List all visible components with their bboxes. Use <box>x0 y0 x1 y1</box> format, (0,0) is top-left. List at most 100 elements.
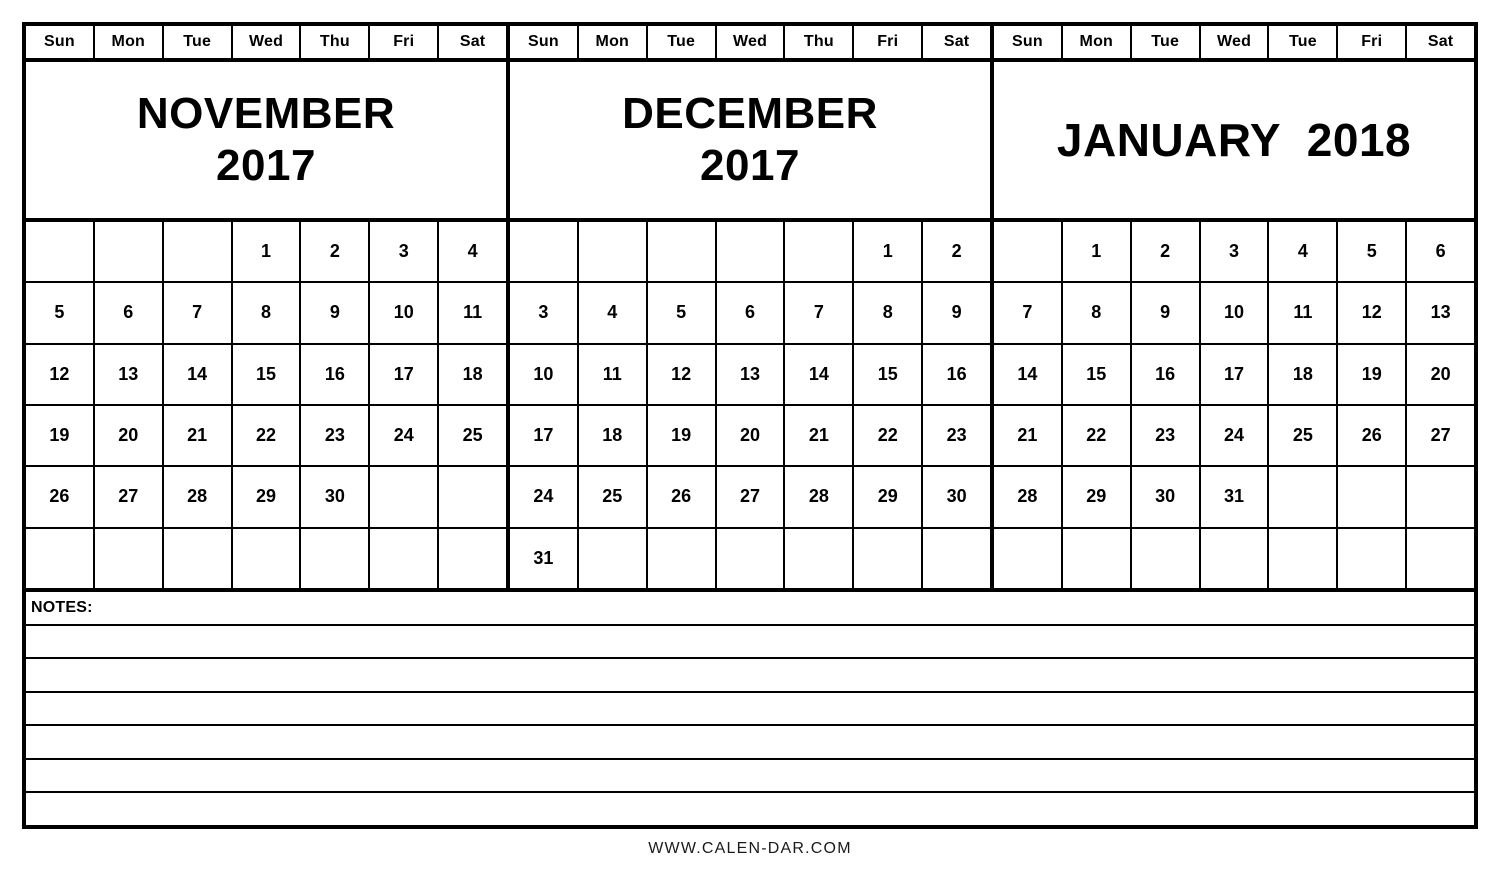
day-cell[interactable]: 21 <box>994 405 1063 466</box>
day-cell[interactable] <box>95 528 164 588</box>
day-cell[interactable]: 3 <box>370 222 440 282</box>
day-cell[interactable] <box>717 528 786 588</box>
day-cell[interactable] <box>854 528 924 588</box>
day-cell[interactable]: 9 <box>923 283 990 342</box>
day-cell[interactable]: 8 <box>854 283 924 343</box>
day-cell[interactable]: 14 <box>164 344 233 404</box>
day-cell[interactable]: 22 <box>233 405 302 466</box>
day-cell[interactable]: 19 <box>26 405 95 466</box>
day-cell[interactable]: 6 <box>1407 222 1474 281</box>
day-cell[interactable]: 1 <box>854 222 924 282</box>
day-cell[interactable]: 5 <box>1338 222 1408 282</box>
day-cell[interactable]: 17 <box>370 344 440 404</box>
day-cell[interactable]: 21 <box>785 405 855 466</box>
day-cell[interactable] <box>1407 467 1474 526</box>
day-cell[interactable]: 6 <box>95 283 164 343</box>
day-cell[interactable]: 26 <box>648 467 717 527</box>
day-cell[interactable] <box>370 528 440 588</box>
day-cell[interactable]: 9 <box>1132 283 1201 343</box>
day-cell[interactable]: 18 <box>579 405 648 466</box>
day-cell[interactable] <box>648 528 717 588</box>
day-cell[interactable] <box>26 528 95 588</box>
day-cell[interactable]: 2 <box>923 222 990 281</box>
day-cell[interactable]: 18 <box>1269 344 1339 404</box>
day-cell[interactable]: 7 <box>994 283 1063 343</box>
day-cell[interactable]: 14 <box>994 344 1063 404</box>
day-cell[interactable]: 12 <box>1338 283 1408 343</box>
notes-blank-line[interactable] <box>26 626 1474 660</box>
day-cell[interactable]: 30 <box>1132 467 1201 527</box>
day-cell[interactable] <box>579 222 648 282</box>
day-cell[interactable]: 19 <box>1338 344 1408 404</box>
day-cell[interactable]: 26 <box>1338 405 1408 466</box>
day-cell[interactable]: 23 <box>923 406 990 465</box>
day-cell[interactable]: 4 <box>1269 222 1339 282</box>
day-cell[interactable] <box>1338 528 1408 588</box>
day-cell[interactable]: 5 <box>26 283 95 343</box>
day-cell[interactable]: 16 <box>923 345 990 404</box>
day-cell[interactable]: 8 <box>233 283 302 343</box>
day-cell[interactable] <box>648 222 717 282</box>
day-cell[interactable] <box>370 467 440 527</box>
day-cell[interactable]: 6 <box>717 283 786 343</box>
day-cell[interactable] <box>785 222 855 282</box>
day-cell[interactable] <box>95 222 164 282</box>
day-cell[interactable]: 8 <box>1063 283 1132 343</box>
day-cell[interactable]: 19 <box>648 405 717 466</box>
day-cell[interactable] <box>785 528 855 588</box>
day-cell[interactable]: 24 <box>1201 405 1270 466</box>
day-cell[interactable]: 31 <box>1201 467 1270 527</box>
day-cell[interactable] <box>717 222 786 282</box>
day-cell[interactable]: 30 <box>923 467 990 526</box>
day-cell[interactable] <box>233 528 302 588</box>
day-cell[interactable]: 27 <box>717 467 786 527</box>
day-cell[interactable]: 21 <box>164 405 233 466</box>
day-cell[interactable]: 20 <box>717 405 786 466</box>
day-cell[interactable] <box>1338 467 1408 527</box>
day-cell[interactable]: 15 <box>854 344 924 404</box>
day-cell[interactable]: 10 <box>370 283 440 343</box>
day-cell[interactable]: 13 <box>1407 283 1474 342</box>
day-cell[interactable] <box>1201 528 1270 588</box>
day-cell[interactable] <box>579 528 648 588</box>
day-cell[interactable]: 27 <box>95 467 164 527</box>
day-cell[interactable]: 31 <box>510 528 579 588</box>
day-cell[interactable] <box>510 222 579 282</box>
day-cell[interactable]: 17 <box>510 405 579 466</box>
day-cell[interactable]: 3 <box>1201 222 1270 282</box>
day-cell[interactable]: 25 <box>1269 405 1339 466</box>
day-cell[interactable]: 1 <box>233 222 302 282</box>
day-cell[interactable]: 29 <box>854 467 924 527</box>
day-cell[interactable]: 4 <box>579 283 648 343</box>
day-cell[interactable]: 24 <box>510 467 579 527</box>
day-cell[interactable] <box>1132 528 1201 588</box>
day-cell[interactable]: 22 <box>1063 405 1132 466</box>
notes-blank-line[interactable] <box>26 760 1474 794</box>
day-cell[interactable]: 27 <box>1407 406 1474 465</box>
day-cell[interactable] <box>1269 528 1339 588</box>
day-cell[interactable]: 28 <box>994 467 1063 527</box>
day-cell[interactable]: 11 <box>1269 283 1339 343</box>
day-cell[interactable]: 25 <box>579 467 648 527</box>
day-cell[interactable]: 16 <box>301 344 371 404</box>
day-cell[interactable]: 29 <box>233 467 302 527</box>
day-cell[interactable]: 10 <box>1201 283 1270 343</box>
day-cell[interactable]: 13 <box>95 344 164 404</box>
day-cell[interactable]: 24 <box>370 405 440 466</box>
day-cell[interactable]: 29 <box>1063 467 1132 527</box>
day-cell[interactable]: 3 <box>510 283 579 343</box>
notes-blank-line[interactable] <box>26 793 1474 825</box>
day-cell[interactable]: 23 <box>301 405 371 466</box>
day-cell[interactable] <box>439 529 506 588</box>
day-cell[interactable]: 28 <box>785 467 855 527</box>
notes-blank-line[interactable] <box>26 659 1474 693</box>
day-cell[interactable]: 30 <box>301 467 371 527</box>
day-cell[interactable]: 16 <box>1132 344 1201 404</box>
day-cell[interactable]: 2 <box>301 222 371 282</box>
day-cell[interactable]: 1 <box>1063 222 1132 282</box>
day-cell[interactable]: 15 <box>1063 344 1132 404</box>
day-cell[interactable] <box>1407 529 1474 588</box>
day-cell[interactable] <box>1063 528 1132 588</box>
day-cell[interactable]: 7 <box>785 283 855 343</box>
day-cell[interactable]: 14 <box>785 344 855 404</box>
